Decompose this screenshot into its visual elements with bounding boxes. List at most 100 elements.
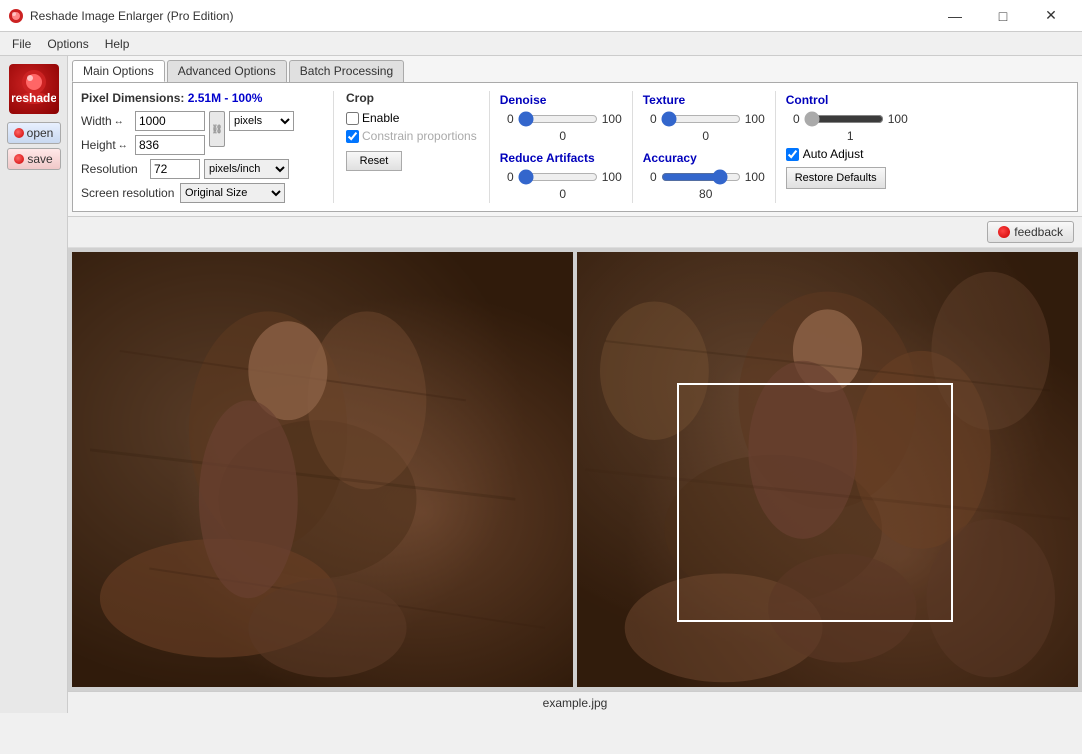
options-panel: Main Options Advanced Options Batch Proc… [68,56,1082,217]
images-area [68,248,1082,691]
control-min: 0 [786,112,800,126]
texture-slider[interactable] [661,111,741,127]
denoise-slider-row: 0 100 [500,111,626,127]
width-input[interactable] [135,111,205,131]
denoise-title: Denoise [500,93,626,107]
control-slider[interactable] [804,111,884,127]
panel-content: Pixel Dimensions: 2.51M - 100% Width ↔ [72,82,1078,212]
crop-title: Crop [346,91,477,105]
filename-label: example.jpg [543,696,608,710]
menu-help[interactable]: Help [97,35,138,53]
crop-enable-checkbox[interactable] [346,112,359,125]
maximize-button[interactable]: □ [980,0,1026,32]
crop-constrain-checkbox[interactable] [346,130,359,143]
crop-section: Crop Enable Constrain proportions Reset [333,91,477,203]
texture-max: 100 [745,112,769,126]
reduce-artifacts-max: 100 [602,170,626,184]
pixel-dimensions-label: Pixel Dimensions: 2.51M - 100% [81,91,321,105]
app-logo: reshade [9,64,59,114]
width-label: Width ↔ [81,114,131,128]
accuracy-max: 100 [745,170,769,184]
pixel-dimensions-value: 2.51M - 100% [188,91,263,105]
menu-file[interactable]: File [4,35,39,53]
screen-resolution-select[interactable]: Original Size Full Screen Custom [180,183,285,203]
control-slider-row: 0 100 [786,111,915,127]
slider-sections: Denoise 0 100 0 Reduce Artifacts 0 [489,91,1069,203]
open-icon [14,128,24,138]
left-image-svg [72,252,573,687]
resolution-row: Resolution pixels/inch pixels/cm [81,159,321,179]
crop-enable-label[interactable]: Enable [362,111,399,125]
accuracy-min: 0 [643,170,657,184]
resolution-unit-select[interactable]: pixels/inch pixels/cm [204,159,289,179]
menubar: File Options Help [0,32,1082,56]
denoise-section: Denoise 0 100 0 Reduce Artifacts 0 [489,91,632,203]
crop-constrain-row: Constrain proportions [346,129,477,143]
dimensions-section: Pixel Dimensions: 2.51M - 100% Width ↔ [81,91,321,203]
texture-title: Texture [643,93,769,107]
feedback-button[interactable]: feedback [987,221,1074,243]
texture-section: Texture 0 100 0 Accuracy 0 [632,91,775,203]
accuracy-slider-row: 0 100 [643,169,769,185]
open-button[interactable]: open [7,122,61,144]
accuracy-title: Accuracy [643,151,769,165]
crop-constrain-label[interactable]: Constrain proportions [362,129,477,143]
status-bar: example.jpg [68,691,1082,713]
save-button[interactable]: save [7,148,61,170]
restore-defaults-button[interactable]: Restore Defaults [786,167,886,189]
control-section: Control 0 100 1 Auto Adjust [775,91,915,203]
auto-adjust-label[interactable]: Auto Adjust [803,147,864,161]
menu-options[interactable]: Options [39,35,96,53]
unit-row: pixels inches cm mm % [229,111,294,131]
resolution-label: Resolution [81,162,146,176]
tab-bar: Main Options Advanced Options Batch Proc… [68,56,1082,82]
tab-main-options[interactable]: Main Options [72,60,165,82]
svg-text:reshade: reshade [12,91,56,105]
link-proportions-icon: ⛓ [209,111,225,147]
unit-select[interactable]: pixels inches cm mm % [229,111,294,131]
reduce-artifacts-value: 0 [551,187,575,201]
right-image-panel [577,252,1078,687]
sidebar: reshade open save [0,56,68,713]
feedback-area: feedback [68,217,1082,248]
reduce-artifacts-slider-row: 0 100 [500,169,626,185]
height-input[interactable] [135,135,205,155]
app-icon [8,8,24,24]
reduce-artifacts-title: Reduce Artifacts [500,151,626,165]
titlebar: Reshade Image Enlarger (Pro Edition) — □… [0,0,1082,32]
close-button[interactable]: ✕ [1028,0,1074,32]
window-title: Reshade Image Enlarger (Pro Edition) [30,9,932,23]
app-layout: reshade open save Main Options Advanced … [0,56,1082,713]
left-image-panel [72,252,573,687]
tab-batch-processing[interactable]: Batch Processing [289,60,404,82]
texture-value: 0 [694,129,718,143]
width-row: Width ↔ [81,111,205,131]
height-label: Height ↔ [81,138,131,152]
control-value: 1 [838,129,862,143]
crop-reset-button[interactable]: Reset [346,151,402,171]
screen-resolution-label: Screen resolution [81,186,176,200]
denoise-slider[interactable] [518,111,598,127]
height-arrow-icon: ↔ [118,140,128,151]
resolution-input[interactable] [150,159,200,179]
reduce-artifacts-min: 0 [500,170,514,184]
minimize-button[interactable]: — [932,0,978,32]
accuracy-slider[interactable] [661,169,741,185]
save-icon [14,154,24,164]
denoise-max: 100 [602,112,626,126]
denoise-value: 0 [551,129,575,143]
height-row: Height ↔ [81,135,205,155]
control-title: Control [786,93,915,107]
screen-resolution-row: Screen resolution Original Size Full Scr… [81,183,321,203]
auto-adjust-checkbox[interactable] [786,148,799,161]
denoise-min: 0 [500,112,514,126]
reduce-artifacts-slider[interactable] [518,169,598,185]
tab-advanced-options[interactable]: Advanced Options [167,60,287,82]
crop-enable-row: Enable [346,111,477,125]
window-controls: — □ ✕ [932,0,1074,32]
control-max: 100 [888,112,912,126]
width-arrow-icon: ↔ [114,116,124,127]
texture-slider-row: 0 100 [643,111,769,127]
right-image-svg [577,252,1078,687]
feedback-icon [998,226,1010,238]
